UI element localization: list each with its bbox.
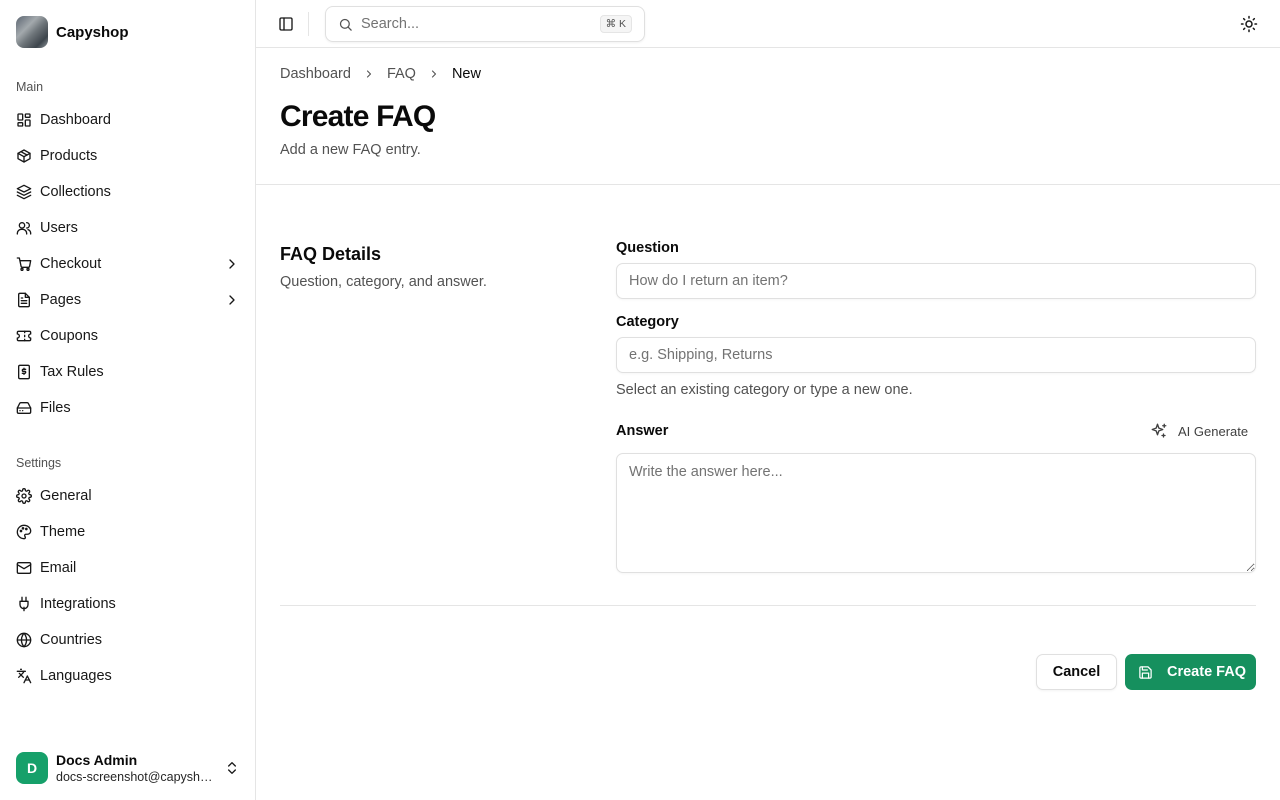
brand-name: Capyshop bbox=[56, 23, 129, 41]
sidebar-item-dashboard[interactable]: Dashboard bbox=[8, 102, 248, 138]
nav-group-main-label: Main bbox=[16, 80, 44, 94]
topbar-separator bbox=[308, 12, 309, 36]
sidebar-item-tax-rules[interactable]: Tax Rules bbox=[8, 354, 248, 390]
sidebar-item-label: Email bbox=[40, 560, 77, 576]
sidebar-toggle-icon[interactable] bbox=[278, 16, 294, 32]
shopping-cart-icon bbox=[16, 257, 32, 271]
question-input[interactable] bbox=[616, 263, 1256, 299]
package-icon bbox=[17, 149, 31, 163]
page-subtitle: Add a new FAQ entry. bbox=[280, 142, 421, 158]
sidebar-item-theme[interactable]: Theme bbox=[8, 514, 248, 550]
sidebar-item-label: Coupons bbox=[40, 328, 99, 344]
answer-label: Answer bbox=[616, 423, 669, 439]
sidebar-item-collections[interactable]: Collections bbox=[8, 174, 248, 210]
sidebar-item-files[interactable]: Files bbox=[8, 390, 248, 426]
page-title: Create FAQ bbox=[280, 100, 436, 133]
search-shortcut-badge: ⌘ K bbox=[599, 15, 632, 33]
brand[interactable]: Capyshop bbox=[16, 16, 129, 48]
palette-icon bbox=[16, 524, 32, 540]
ticket-icon bbox=[16, 330, 32, 342]
gear-icon bbox=[16, 488, 32, 504]
sidebar-item-languages[interactable]: Languages bbox=[8, 658, 248, 694]
sidebar-item-label: Countries bbox=[40, 632, 103, 648]
topbar: ⌘ K bbox=[256, 0, 1280, 48]
plug-icon bbox=[19, 596, 29, 612]
sidebar-item-label: Theme bbox=[40, 524, 86, 540]
create-faq-button[interactable]: Create FAQ bbox=[1125, 654, 1256, 690]
sidebar-item-users[interactable]: Users bbox=[8, 210, 248, 246]
sidebar-item-coupons[interactable]: Coupons bbox=[8, 318, 248, 354]
languages-icon bbox=[16, 668, 32, 684]
save-icon bbox=[1139, 665, 1152, 679]
chevron-right-icon bbox=[366, 70, 371, 78]
sidebar-item-label: Tax Rules bbox=[40, 364, 104, 380]
nav-settings: General Theme Email Integrations Countri… bbox=[8, 478, 248, 694]
breadcrumb-faq[interactable]: FAQ bbox=[387, 66, 416, 82]
search-box[interactable]: ⌘ K bbox=[325, 6, 645, 42]
receipt-icon bbox=[18, 364, 30, 380]
file-text-icon bbox=[18, 292, 30, 308]
search-input[interactable] bbox=[361, 16, 591, 32]
avatar: D bbox=[16, 752, 48, 784]
chevron-right-icon bbox=[229, 259, 235, 269]
category-input[interactable] bbox=[616, 337, 1256, 373]
sidebar-item-countries[interactable]: Countries bbox=[8, 622, 248, 658]
sidebar-item-label: Users bbox=[40, 220, 78, 236]
form-divider bbox=[280, 605, 1256, 606]
page-header: Dashboard FAQ New Create FAQ Add a new F… bbox=[256, 48, 1280, 185]
sidebar-item-email[interactable]: Email bbox=[8, 550, 248, 586]
brand-logo bbox=[16, 16, 48, 48]
layout-dashboard-icon bbox=[17, 113, 31, 127]
section-subtitle: Question, category, and answer. bbox=[280, 274, 487, 290]
nav-main: Dashboard Products Collections Users Che… bbox=[8, 102, 248, 426]
layers-icon bbox=[16, 184, 32, 200]
sidebar-item-label: Dashboard bbox=[40, 112, 111, 128]
ai-generate-label: AI Generate bbox=[1178, 423, 1249, 439]
ai-generate-button[interactable]: AI Generate bbox=[1150, 420, 1248, 442]
sparkles-icon bbox=[1151, 423, 1167, 438]
user-email: docs-screenshot@capyshop.com bbox=[56, 769, 216, 784]
sidebar-item-products[interactable]: Products bbox=[8, 138, 248, 174]
search-icon bbox=[339, 18, 352, 31]
chevrons-up-down-icon bbox=[228, 762, 236, 774]
breadcrumb: Dashboard FAQ New bbox=[280, 66, 481, 82]
mail-icon bbox=[16, 562, 32, 574]
user-info: Docs Admin docs-screenshot@capyshop.com bbox=[56, 752, 216, 785]
nav-group-settings-label: Settings bbox=[16, 456, 62, 470]
create-faq-label: Create FAQ bbox=[1167, 664, 1246, 680]
sidebar: Capyshop Main Dashboard Products Collect… bbox=[0, 0, 256, 800]
chevron-right-icon bbox=[431, 70, 437, 78]
user-name: Docs Admin bbox=[56, 751, 138, 768]
category-label: Category bbox=[616, 314, 679, 330]
breadcrumb-dashboard[interactable]: Dashboard bbox=[280, 66, 351, 82]
sidebar-item-label: Files bbox=[40, 400, 71, 416]
sidebar-item-label: Languages bbox=[40, 668, 112, 684]
cancel-button[interactable]: Cancel bbox=[1036, 654, 1117, 690]
question-label: Question bbox=[616, 240, 679, 256]
sidebar-item-integrations[interactable]: Integrations bbox=[8, 586, 248, 622]
users-icon bbox=[16, 222, 32, 235]
category-hint: Select an existing category or type a ne… bbox=[616, 382, 913, 398]
globe-icon bbox=[16, 632, 32, 648]
sidebar-item-general[interactable]: General bbox=[8, 478, 248, 514]
sidebar-item-checkout[interactable]: Checkout bbox=[8, 246, 248, 282]
hard-drive-icon bbox=[16, 402, 32, 414]
sidebar-item-label: General bbox=[40, 488, 92, 504]
sidebar-item-label: Collections bbox=[40, 184, 111, 200]
sidebar-item-pages[interactable]: Pages bbox=[8, 282, 248, 318]
sidebar-item-label: Products bbox=[40, 148, 98, 164]
sidebar-item-label: Integrations bbox=[40, 596, 116, 612]
sidebar-item-label: Checkout bbox=[40, 256, 102, 272]
answer-textarea[interactable] bbox=[616, 453, 1256, 573]
sidebar-item-label: Pages bbox=[40, 292, 82, 308]
chevron-right-icon bbox=[229, 295, 235, 305]
section-title: FAQ Details bbox=[280, 244, 382, 264]
breadcrumb-current: New bbox=[451, 66, 481, 82]
sun-icon[interactable] bbox=[1240, 15, 1258, 33]
user-menu[interactable]: D Docs Admin docs-screenshot@capyshop.co… bbox=[16, 752, 240, 784]
